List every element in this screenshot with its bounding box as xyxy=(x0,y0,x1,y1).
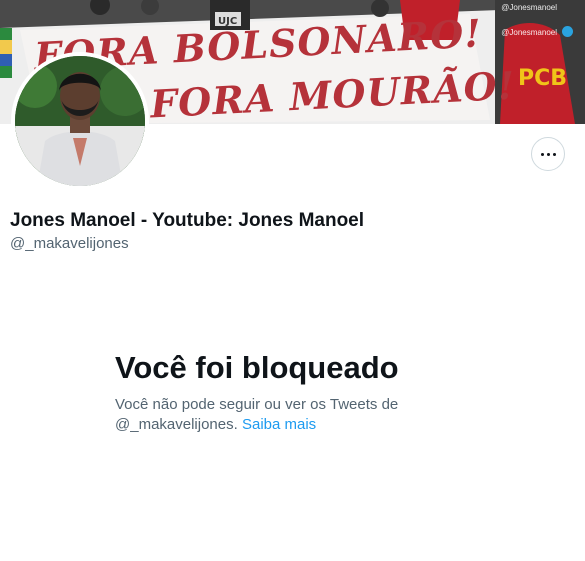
banner-watermark-secondary: @Jonesmanoel xyxy=(501,28,557,37)
blocked-message-text: Você não pode seguir ou ver os Tweets de xyxy=(115,396,399,413)
profile-display-name: Jones Manoel - Youtube: Jones Manoel xyxy=(10,210,365,231)
more-horizontal-icon xyxy=(540,152,556,156)
party-initials: PCB xyxy=(518,66,568,91)
blocked-message: Você não pode seguir ou ver os Tweets de… xyxy=(115,395,415,435)
more-button[interactable] xyxy=(531,137,565,171)
avatar[interactable] xyxy=(11,52,149,190)
blocked-message-handle: @_makavelijones. xyxy=(115,416,238,433)
telegram-icon xyxy=(562,26,573,37)
learn-more-link[interactable]: Saiba mais xyxy=(242,416,316,433)
profile-username: @_makavelijones xyxy=(10,235,129,252)
blocked-title: Você foi bloqueado xyxy=(115,350,399,385)
banner-watermark: @Jonesmanoel xyxy=(501,3,557,12)
avatar-photo xyxy=(15,56,145,186)
